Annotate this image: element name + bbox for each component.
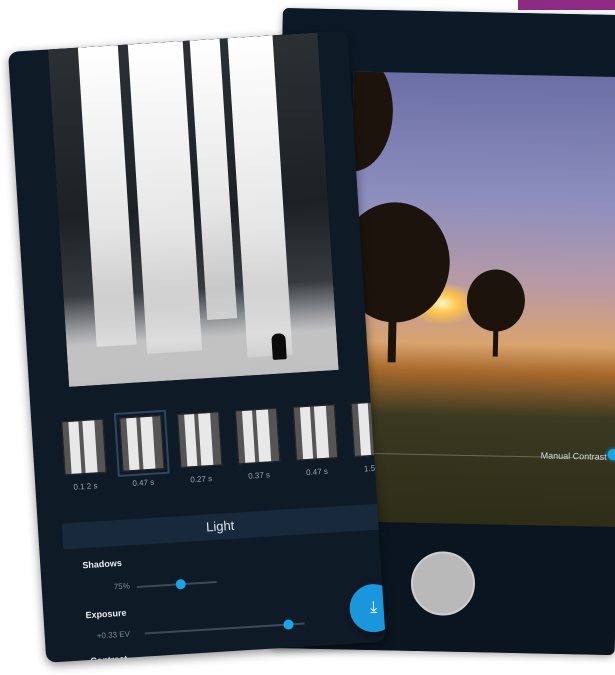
save-icon: ⤓	[369, 598, 378, 617]
thumbnail-5-label: 0.47 s	[305, 466, 329, 478]
exposure-slider-knob[interactable]	[283, 619, 294, 630]
waterfall-photo	[47, 32, 339, 387]
thumbnail-1-label: 0.1 2 s	[73, 481, 98, 492]
thumbnail-3-label: 0.27 s	[190, 474, 213, 485]
exposure-thumbnail-strip: 0.1 2 s 0.47 s 0.27 s 0.37 s 0.47 s 1.57…	[61, 400, 386, 512]
exposure-value: +0.33 EV	[96, 629, 131, 641]
thumbnail-2[interactable]	[113, 409, 170, 477]
thumbnail-2-label: 0.47 s	[132, 477, 155, 489]
tree-right-trunk	[492, 324, 499, 357]
waterfall-mist	[63, 280, 339, 387]
tree-left-trunk	[387, 302, 397, 363]
thumbnail-1[interactable]	[61, 418, 107, 476]
save-fab-button[interactable]: ⤓	[348, 582, 386, 634]
shadows-slider-knob[interactable]	[175, 578, 187, 590]
tree-right	[466, 268, 526, 333]
exposure-slider-track[interactable]	[144, 622, 305, 635]
corner-tab	[518, 0, 615, 10]
section-title-light[interactable]: Light	[61, 503, 379, 550]
thumbnail-5[interactable]	[292, 404, 339, 461]
manual-contrast-knob[interactable]	[607, 448, 615, 461]
person-silhouette	[271, 333, 287, 360]
contrast-label: Contrast	[90, 653, 128, 663]
camera-viewfinder[interactable]: Manual Contrast	[344, 71, 615, 528]
exposure-label: Exposure	[85, 607, 127, 621]
thumbnail-3[interactable]	[177, 411, 223, 468]
thumbnail-4[interactable]	[234, 407, 281, 465]
editor-phone: 0.1 2 s 0.47 s 0.27 s 0.37 s 0.47 s 1.57…	[8, 30, 386, 663]
thumbnail-4-label: 0.37 s	[247, 470, 271, 481]
shadows-value: 75%	[113, 581, 131, 592]
shadows-label: Shadows	[82, 557, 123, 571]
